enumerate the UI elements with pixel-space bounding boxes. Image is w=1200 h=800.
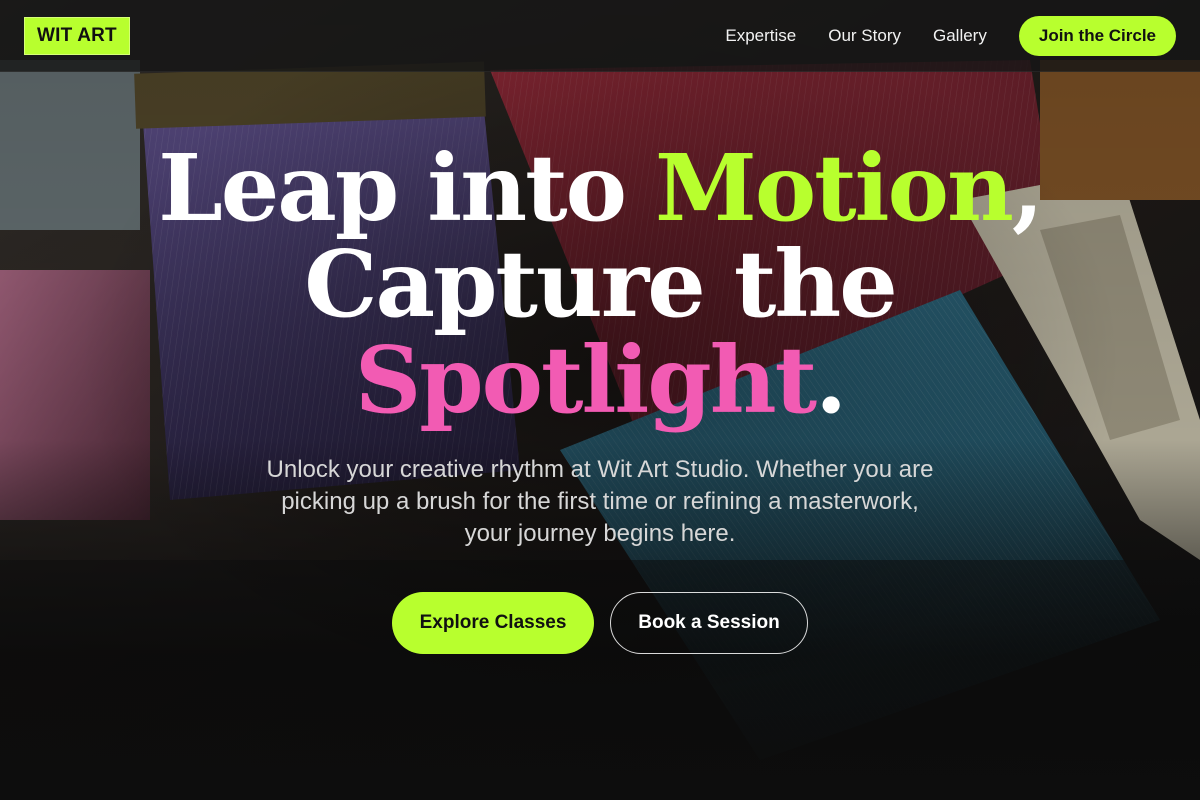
- hero-headline: Leap into Motion, Capture the Spotlight.: [0, 140, 1200, 428]
- headline-line-2: Capture the: [304, 230, 898, 338]
- nav-link-gallery[interactable]: Gallery: [933, 26, 987, 46]
- headline-line-1: Leap into Motion,: [0, 140, 1200, 236]
- nav-link-our-story[interactable]: Our Story: [828, 26, 901, 46]
- headline-text: ,: [1011, 134, 1044, 242]
- headline-accent-spotlight: Spotlight: [354, 326, 817, 434]
- headline-text: Leap into: [158, 134, 655, 242]
- headline-accent-motion: Motion: [654, 134, 1014, 242]
- explore-classes-button[interactable]: Explore Classes: [392, 592, 594, 654]
- hero-section: Leap into Motion, Capture the Spotlight.…: [0, 140, 1200, 654]
- headline-line-3: Spotlight.: [0, 332, 1200, 428]
- hero-subtitle: Unlock your creative rhythm at Wit Art S…: [266, 456, 934, 547]
- join-the-circle-button[interactable]: Join the Circle: [1018, 15, 1176, 56]
- hero-cta-row: Explore Classes Book a Session: [0, 592, 1200, 654]
- top-navbar: WIT ART Expertise Our Story Gallery Join…: [0, 0, 1200, 72]
- book-a-session-button[interactable]: Book a Session: [610, 592, 808, 654]
- nav-link-expertise[interactable]: Expertise: [725, 26, 796, 46]
- headline-text: .: [815, 326, 847, 434]
- brand-logo[interactable]: WIT ART: [24, 16, 130, 55]
- nav-links: Expertise Our Story Gallery: [725, 26, 986, 46]
